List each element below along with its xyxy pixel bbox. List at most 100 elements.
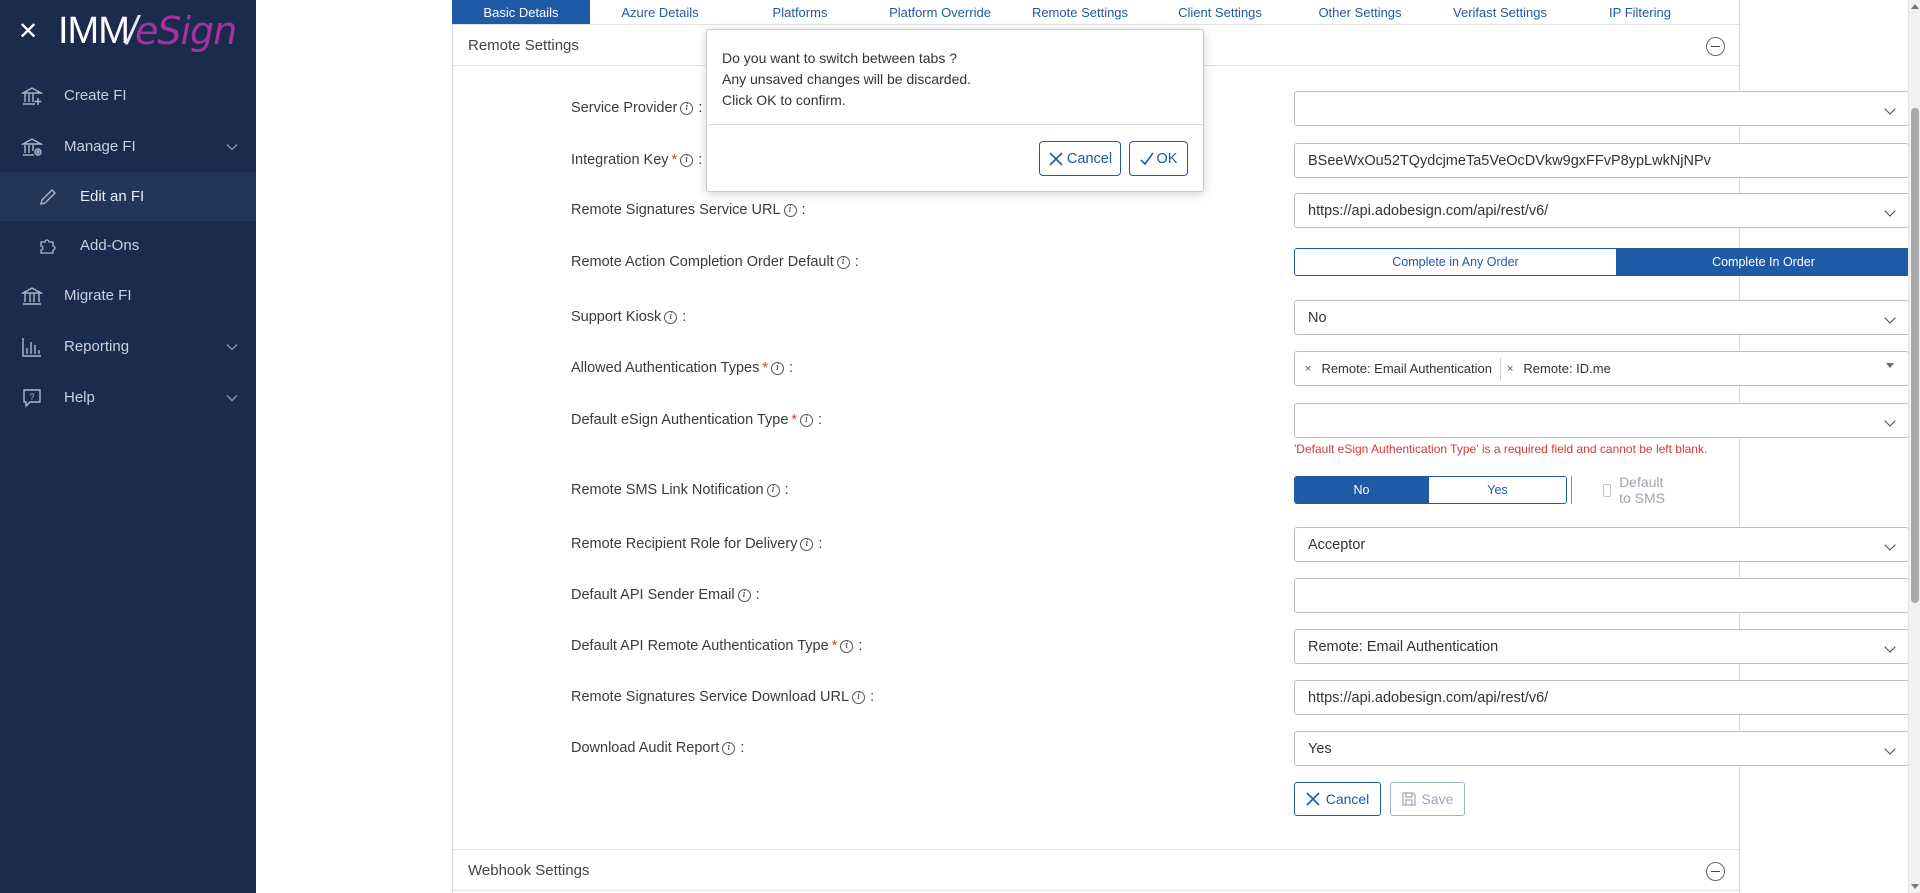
sidebar-item-help[interactable]: ? Help <box>0 372 256 423</box>
close-icon[interactable]: ✕ <box>18 19 40 43</box>
info-icon[interactable]: i <box>771 361 785 375</box>
divider <box>1571 476 1572 504</box>
collapse-icon[interactable] <box>1706 37 1725 56</box>
complete-any-order-option[interactable]: Complete in Any Order <box>1295 249 1616 275</box>
tab-remote-settings[interactable]: Remote Settings <box>1010 0 1150 24</box>
sidebar-item-label: Help <box>64 389 95 406</box>
close-icon <box>1049 151 1063 166</box>
api-sender-email-input[interactable] <box>1294 578 1909 613</box>
remove-chip-icon[interactable]: × <box>1305 363 1311 375</box>
sidebar-item-migrate-fi[interactable]: Migrate FI <box>0 270 256 321</box>
api-sender-email-row: Default API Sender Email i: <box>571 578 1909 613</box>
info-icon[interactable]: i <box>766 483 780 497</box>
field-label: Default eSign Authentication Type * i: <box>571 412 823 428</box>
completion-order-row: Remote Action Completion Order Default i:… <box>571 248 1911 282</box>
section-title: Webhook Settings <box>468 861 590 879</box>
scroll-thumb[interactable] <box>1911 108 1919 603</box>
field-label: Default API Remote Authentication Type * i… <box>571 638 863 654</box>
tab-bar: Basic Details Azure Details Platforms Pl… <box>452 0 1710 24</box>
allowed-auth-row: Allowed Authentication Types * i: × Remote:… <box>571 351 1909 386</box>
sidebar-item-label: Manage FI <box>64 138 136 155</box>
info-icon[interactable]: i <box>680 101 694 115</box>
sidebar-item-manage-fi[interactable]: Manage FI <box>0 121 256 172</box>
tab-platforms[interactable]: Platforms <box>730 0 870 24</box>
sidebar-item-label: Edit an FI <box>80 188 145 205</box>
info-icon[interactable]: i <box>664 310 678 324</box>
default-to-sms-checkbox[interactable] <box>1603 483 1612 497</box>
sidebar-item-create-fi[interactable]: Create FI <box>0 70 256 121</box>
sidebar-item-label: Migrate FI <box>64 287 132 304</box>
bar-chart-icon <box>20 335 44 359</box>
logo-text-esign: eSign <box>135 9 237 53</box>
save-button[interactable]: Save <box>1390 782 1465 816</box>
info-icon[interactable]: i <box>840 639 854 653</box>
default-auth-select[interactable] <box>1294 403 1909 438</box>
service-provider-select[interactable] <box>1294 91 1909 126</box>
info-icon[interactable]: i <box>852 690 866 704</box>
info-icon[interactable]: i <box>800 537 814 551</box>
chevron-down-icon <box>1884 743 1896 755</box>
field-label: Remote SMS Link Notification i: <box>571 482 789 498</box>
cancel-button[interactable]: Cancel <box>1294 782 1381 816</box>
field-label: Allowed Authentication Types * i: <box>571 360 794 376</box>
tab-ip-filtering[interactable]: IP Filtering <box>1570 0 1710 24</box>
auth-chip: × Remote: Email Authentication <box>1305 361 1492 376</box>
bank-gear-icon <box>20 135 44 159</box>
bank-plus-icon <box>20 84 44 108</box>
sidebar-item-reporting[interactable]: Reporting <box>0 321 256 372</box>
sidebar-item-add-ons[interactable]: Add-Ons <box>0 221 256 270</box>
sms-yes-option[interactable]: Yes <box>1428 477 1566 503</box>
webhook-settings-header[interactable]: Webhook Settings <box>453 849 1739 891</box>
integration-key-input[interactable]: BSeeWxOu52TQydcjmeTa5VeOcDVkw9gxFFvP8ypL… <box>1294 143 1909 178</box>
info-icon[interactable]: i <box>836 255 850 269</box>
complete-in-order-option[interactable]: Complete In Order <box>1616 249 1910 275</box>
tab-verifast-settings[interactable]: Verifast Settings <box>1430 0 1570 24</box>
sidebar-header: ✕ IMM / eSign <box>0 0 256 62</box>
service-url-select[interactable]: https://api.adobesign.com/api/rest/v6/ <box>1294 193 1909 228</box>
info-icon[interactable]: i <box>800 413 814 427</box>
sidebar-item-label: Add-Ons <box>80 237 140 254</box>
chevron-down-icon <box>1884 205 1896 217</box>
collapse-icon[interactable] <box>1706 862 1725 881</box>
chevron-down-icon <box>1884 641 1896 653</box>
sidebar: ✕ IMM / eSign Create FI Manage FI Edit a… <box>0 0 256 893</box>
api-remote-auth-select[interactable]: Remote: Email Authentication <box>1294 629 1909 664</box>
dialog-ok-button[interactable]: OK <box>1129 141 1188 176</box>
scroll-up-arrow[interactable] <box>1911 4 1919 9</box>
confirm-dialog: Do you want to switch between tabs ? Any… <box>706 29 1204 192</box>
allowed-auth-multiselect[interactable]: × Remote: Email Authentication × Remote: I… <box>1294 351 1909 386</box>
tab-client-settings[interactable]: Client Settings <box>1150 0 1290 24</box>
chevron-down-icon <box>226 338 238 355</box>
info-icon[interactable]: i <box>680 153 694 167</box>
chevron-down-icon <box>1884 103 1896 115</box>
recipient-role-row: Remote Recipient Role for Delivery i: Acc… <box>571 527 1909 562</box>
info-icon[interactable]: i <box>783 203 797 217</box>
tab-azure-details[interactable]: Azure Details <box>590 0 730 24</box>
tab-basic-details[interactable]: Basic Details <box>452 0 590 24</box>
help-chat-icon: ? <box>20 386 44 410</box>
sidebar-nav: Create FI Manage FI Edit an FI Add-Ons M… <box>0 70 256 423</box>
support-kiosk-row: Support Kiosk i: No <box>571 300 1909 335</box>
pencil-icon <box>36 185 60 209</box>
chevron-down-icon <box>1884 539 1896 551</box>
dialog-message: Do you want to switch between tabs ? Any… <box>707 30 1203 125</box>
api-remote-auth-row: Default API Remote Authentication Type * i… <box>571 629 1909 664</box>
recipient-role-select[interactable]: Acceptor <box>1294 527 1909 562</box>
tab-other-settings[interactable]: Other Settings <box>1290 0 1430 24</box>
info-icon[interactable]: i <box>722 741 736 755</box>
download-url-input[interactable]: https://api.adobesign.com/api/rest/v6/ <box>1294 680 1909 715</box>
scroll-down-arrow[interactable] <box>1911 884 1919 889</box>
sidebar-item-edit-fi[interactable]: Edit an FI <box>0 172 256 221</box>
remove-chip-icon[interactable]: × <box>1507 363 1513 375</box>
tab-platform-override[interactable]: Platform Override <box>870 0 1010 24</box>
dialog-cancel-button[interactable]: Cancel <box>1039 141 1121 176</box>
auth-chip: × Remote: ID.me <box>1499 357 1611 381</box>
chevron-down-icon <box>226 138 238 155</box>
field-label: Remote Signatures Service Download URL i: <box>571 689 875 705</box>
info-icon[interactable]: i <box>737 588 751 602</box>
audit-report-select[interactable]: Yes <box>1294 731 1909 766</box>
scrollbar[interactable] <box>1908 0 1920 893</box>
audit-report-row: Download Audit Report i: Yes <box>571 731 1909 766</box>
sms-no-option[interactable]: No <box>1295 477 1428 503</box>
support-kiosk-select[interactable]: No <box>1294 300 1909 335</box>
